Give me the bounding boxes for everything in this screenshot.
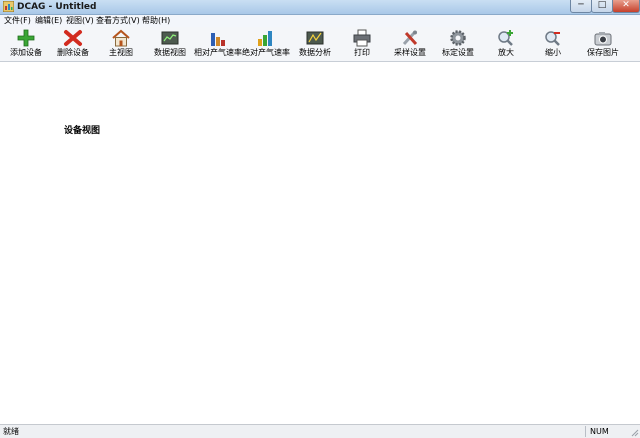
status-bar: 就绪 NUM (0, 424, 640, 438)
zoom-in-icon (498, 30, 513, 46)
menu-help[interactable]: 帮助(H) (142, 15, 170, 27)
menu-file[interactable]: 文件(F) (4, 15, 31, 27)
toolbar: 添加设备 删除设备 主视图 数据视图 相对产气速率 绝对产气速率 数据分析 打印… (0, 27, 640, 62)
app-icon (3, 1, 14, 12)
printer-icon (353, 29, 371, 47)
menu-view-mode[interactable]: 查看方式(V) (96, 15, 140, 27)
delete-device-button[interactable]: 删除设备 (53, 27, 93, 61)
status-text: 就绪 (3, 427, 19, 436)
close-button[interactable]: ✕ (612, 0, 640, 13)
main-view-button[interactable]: 主视图 (101, 27, 141, 61)
zoom-out-button[interactable]: 缩小 (538, 27, 568, 61)
relative-gas-rate-button[interactable]: 相对产气速率 (193, 27, 243, 61)
minimize-button[interactable]: ─ (570, 0, 592, 13)
bar-chart-icon (211, 33, 225, 46)
gear-icon (450, 30, 466, 46)
save-image-button[interactable]: 保存图片 (583, 27, 623, 61)
print-button[interactable]: 打印 (347, 27, 377, 61)
add-device-button[interactable]: 添加设备 (6, 27, 46, 61)
menu-bar: 文件(F) 编辑(E) 视图(V) 查看方式(V) 帮助(H) (0, 15, 640, 27)
home-icon (112, 29, 130, 47)
num-lock-indicator: NUM (585, 426, 630, 437)
menu-view[interactable]: 视图(V) (66, 15, 94, 27)
analysis-icon (306, 31, 324, 45)
bar-chart-color-icon (258, 31, 272, 46)
maximize-button[interactable]: □ (591, 0, 613, 13)
zoom-out-icon (545, 31, 560, 46)
device-view-title: 设备视图 (64, 126, 101, 136)
calibration-settings-button[interactable]: 标定设置 (438, 27, 478, 61)
resize-grip-icon[interactable] (630, 428, 639, 437)
sampling-settings-button[interactable]: 采样设置 (390, 27, 430, 61)
data-analysis-button[interactable]: 数据分析 (295, 27, 335, 61)
zoom-in-button[interactable]: 放大 (491, 27, 521, 61)
absolute-gas-rate-button[interactable]: 绝对产气速率 (242, 27, 290, 61)
menu-edit[interactable]: 编辑(E) (35, 15, 62, 27)
title-bar: DCAG - Untitled ─ □ ✕ (0, 0, 640, 15)
data-view-button[interactable]: 数据视图 (150, 27, 190, 61)
camera-icon (594, 32, 612, 46)
main-client-area[interactable]: 设备视图 (0, 62, 640, 423)
window-title: DCAG - Untitled (17, 2, 97, 12)
delete-icon (64, 30, 82, 46)
add-icon (17, 29, 35, 47)
tools-icon (402, 30, 418, 46)
data-view-icon (161, 31, 179, 45)
